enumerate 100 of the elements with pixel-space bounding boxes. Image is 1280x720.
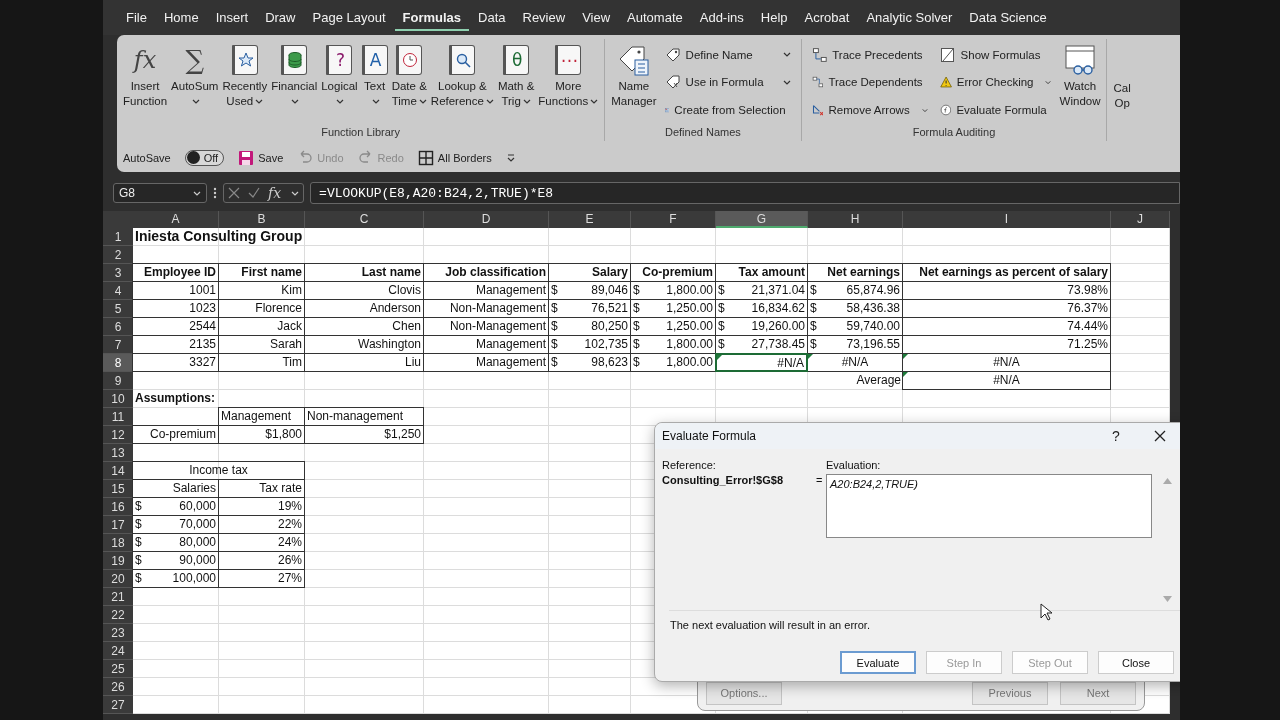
menu-tab[interactable]: Insert (207, 4, 257, 31)
row-header[interactable]: 3 (103, 264, 133, 282)
column-header[interactable]: E (549, 211, 631, 228)
ribbon-button[interactable]: Financial (269, 39, 320, 126)
menu-tab[interactable]: Acrobat (796, 4, 858, 31)
ribbon-button[interactable]: Trace Precedents (809, 44, 930, 65)
column-header[interactable]: J (1111, 211, 1170, 228)
ribbon-button[interactable]: θ Math & Trig (495, 39, 537, 126)
row-header[interactable]: 10 (103, 390, 133, 408)
help-button[interactable]: ? (1101, 427, 1131, 445)
menu-tab[interactable]: Automate (619, 4, 691, 31)
row-header[interactable]: 2 (103, 246, 133, 264)
row-header[interactable]: 9 (103, 372, 133, 390)
menu-tab[interactable]: Add-ins (691, 4, 752, 31)
toggle-switch[interactable]: Off (184, 149, 225, 166)
row-header[interactable]: 27 (103, 696, 133, 714)
evaluation-box[interactable]: A20:B24,2,TRUE) (826, 474, 1152, 538)
chevron-icon (485, 99, 494, 105)
menu-tab[interactable]: Home (155, 4, 207, 31)
menu-tab[interactable]: Help (752, 4, 796, 31)
row-header[interactable]: 6 (103, 318, 133, 336)
menu-tab[interactable]: Data (470, 4, 514, 31)
ribbon-button[interactable]: ? Logical (319, 39, 360, 126)
column-header[interactable]: A (133, 211, 219, 228)
row-header[interactable]: 17 (103, 516, 133, 534)
column-header[interactable]: G (716, 211, 808, 228)
autosave-label: AutoSave (123, 151, 171, 164)
dialog-button[interactable]: Evaluate (840, 651, 916, 674)
row-header[interactable]: 25 (103, 660, 133, 678)
ribbon-button[interactable]: Remove Arrows (809, 100, 930, 121)
ribbon-button[interactable]: Evaluate Formula (937, 100, 1054, 121)
menu-tab[interactable]: Review (514, 4, 574, 31)
formula-field[interactable]: =VLOOKUP(E8,A20:B24,2,TRUE)*E8 (310, 182, 1180, 204)
row-header[interactable]: 15 (103, 480, 133, 498)
menu-tab[interactable]: File (118, 4, 155, 31)
reference-label: Reference: (662, 459, 717, 471)
ribbon-button[interactable]: Name Manager (609, 39, 659, 126)
table-cell: Management (218, 407, 305, 426)
column-header[interactable]: B (219, 211, 305, 228)
row-header[interactable]: 20 (103, 570, 133, 588)
more-icon[interactable] (213, 187, 217, 199)
dialog-button[interactable]: Previous (972, 681, 1048, 705)
row-header[interactable]: 23 (103, 624, 133, 642)
toolbar-button[interactable]: All Borders (417, 149, 492, 166)
row-header[interactable]: 12 (103, 426, 133, 444)
row-header[interactable]: 19 (103, 552, 133, 570)
row-header[interactable]: 13 (103, 444, 133, 462)
row-header[interactable]: 14 (103, 462, 133, 480)
column-header[interactable]: H (808, 211, 903, 228)
book-icon: ? (326, 45, 353, 75)
enter-icon[interactable] (248, 187, 260, 199)
ribbon-button[interactable]: ⋯ More Functions (536, 39, 601, 126)
ribbon-button[interactable]: Create from Selection (662, 100, 793, 121)
column-header[interactable]: F (631, 211, 716, 228)
row-header[interactable]: 22 (103, 606, 133, 624)
dialog-button[interactable]: Close (1098, 651, 1174, 674)
column-header[interactable]: D (424, 211, 549, 228)
ribbon-button[interactable]: fx Insert Function (121, 39, 170, 126)
ribbon-button[interactable]: Use in Formula (662, 72, 793, 93)
ribbon-button[interactable]: Recently Used (220, 39, 270, 126)
column-header[interactable]: C (305, 211, 424, 228)
ribbon-button[interactable]: A Text (359, 39, 390, 126)
magnifier-book-icon (449, 45, 476, 75)
dialog-button[interactable]: Next (1060, 681, 1136, 705)
toolbar-button[interactable]: Save (238, 149, 284, 166)
row-header[interactable]: 18 (103, 534, 133, 552)
ribbon-button[interactable]: Date & Time (389, 39, 429, 126)
row-header[interactable]: 24 (103, 642, 133, 660)
ribbon-button[interactable]: Lookup & Reference (428, 39, 496, 126)
ribbon-button[interactable]: Cal Op (1111, 39, 1133, 141)
name-box[interactable]: G8 (113, 183, 207, 203)
ribbon-button[interactable]: Error Checking (937, 72, 1054, 93)
row-header[interactable]: 16 (103, 498, 133, 516)
insert-function-button[interactable]: fx (268, 185, 282, 201)
ribbon-button[interactable]: Show Formulas (937, 44, 1054, 65)
row-header[interactable]: 5 (103, 300, 133, 318)
menu-tab[interactable]: Draw (257, 4, 304, 31)
customize-icon[interactable] (505, 152, 516, 163)
row-header[interactable]: 26 (103, 678, 133, 696)
group-label: Formula Auditing (911, 126, 997, 140)
row-header[interactable]: 8 (103, 354, 133, 372)
close-icon[interactable] (1154, 430, 1166, 442)
row-header[interactable]: 4 (103, 282, 133, 300)
menu-tab[interactable]: Formulas (394, 4, 470, 31)
menu-tab[interactable]: Data Science (961, 4, 1055, 31)
ribbon-button[interactable]: Trace Dependents (809, 72, 930, 93)
table-cell: Employee ID (132, 263, 219, 282)
row-header[interactable]: 7 (103, 336, 133, 354)
row-header[interactable]: 21 (103, 588, 133, 606)
ribbon-button[interactable]: Define Name (662, 44, 793, 65)
ribbon-button[interactable]: ∑ AutoSum (169, 39, 221, 126)
column-header[interactable]: I (903, 211, 1111, 228)
dialog-button[interactable]: Options... (706, 681, 782, 705)
row-header[interactable]: 11 (103, 408, 133, 426)
menu-tab[interactable]: Analytic Solver (858, 4, 961, 31)
cancel-icon[interactable] (228, 187, 240, 199)
menu-tab[interactable]: View (574, 4, 619, 31)
menu-tab[interactable]: Page Layout (304, 4, 394, 31)
row-header[interactable]: 1 (103, 228, 133, 246)
ribbon-button[interactable]: Watch Window (1057, 39, 1103, 126)
